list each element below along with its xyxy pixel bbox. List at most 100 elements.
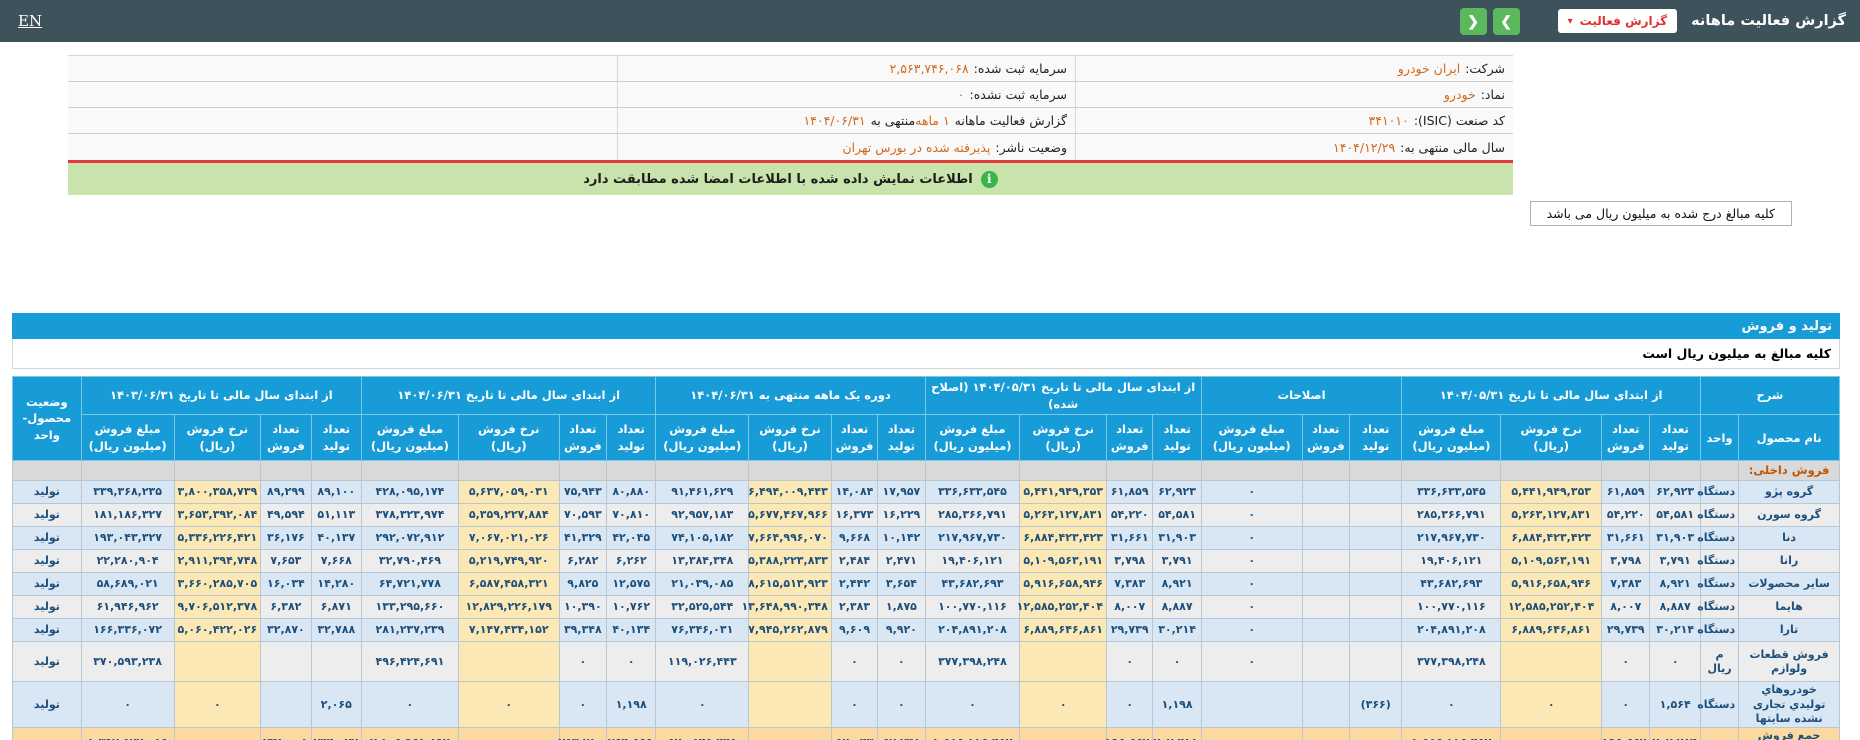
value-cell: ۱۹۶,۶۶۷ [1107, 728, 1153, 740]
value-cell [1302, 461, 1349, 481]
value-cell [311, 642, 361, 682]
value-cell: ۴۰,۱۳۷ [311, 527, 361, 550]
value-cell: ۲,۱۰۶,۹۶۱,۸۹۷ [362, 728, 459, 740]
previous-report-button[interactable]: ❮ [1460, 8, 1487, 35]
section-title-bar: تولید و فروش [12, 313, 1840, 339]
value-cell: ۰ [1201, 481, 1302, 504]
value-cell: ۸,۹۲۱ [1153, 573, 1201, 596]
value-cell: ۱۳۳,۲۹۵,۶۶۰ [362, 596, 459, 619]
table-row: جمع فروش داخلی۲۰۲,۷۸۴۱۹۶,۶۶۷۱,۵۸۶,۱۱۶,۴۵… [13, 728, 1840, 740]
product-status-cell: تولید [13, 573, 82, 596]
value-cell: ۵,۴۴۱,۹۴۹,۳۵۳ [1501, 481, 1602, 504]
value-cell: ۴۲۸,۰۹۵,۱۷۴ [362, 481, 459, 504]
product-name-cell: فروش قطعات ولوازم [1739, 642, 1840, 682]
value-cell: ۵۷,۰۴۳ [831, 728, 877, 740]
value-cell [1302, 682, 1349, 728]
value-cell [749, 682, 832, 728]
header-production-count: تعداد تولید [878, 415, 925, 461]
value-cell: ۱۹,۴۰۶,۱۲۱ [1402, 550, 1501, 573]
value-cell: ۳,۸۰۰,۳۵۸,۷۳۹ [174, 481, 261, 504]
value-cell: ۶۲,۲۴۸ [878, 728, 925, 740]
header-production-count: تعداد تولید [1350, 415, 1402, 461]
report-type-dropdown[interactable]: گزارش فعالیت ▾ [1558, 9, 1677, 33]
table-row: فروش قطعات ولوازمم ریال۰۰۳۷۷,۳۹۸,۲۴۸۰۰۰۳… [13, 642, 1840, 682]
product-name-cell: هایما [1739, 596, 1840, 619]
value-cell: ۵,۶۷۷,۴۶۷,۹۶۶ [749, 504, 832, 527]
value-cell: ۶,۸۸۴,۴۲۳,۴۲۳ [1020, 527, 1107, 550]
value-cell: ۱۰,۳۹۰ [559, 596, 606, 619]
value-cell: ۵,۳۸۸,۲۲۳,۸۳۳ [749, 550, 832, 573]
unregistered-capital-label: سرمایه ثبت نشده: [970, 87, 1067, 102]
header-production-count: تعداد تولید [1650, 415, 1700, 461]
value-cell: ۱۹۳,۰۴۳,۳۲۷ [81, 527, 174, 550]
product-status-cell: تولید [13, 527, 82, 550]
value-cell [1650, 461, 1700, 481]
table-row: گروه پژودستگاه۶۲,۹۲۳۶۱,۸۵۹۵,۴۴۱,۹۴۹,۳۵۳۳… [13, 481, 1840, 504]
value-cell: ۲,۰۶۵ [311, 682, 361, 728]
value-cell: ۵۴,۵۸۱ [1153, 504, 1201, 527]
value-cell: ۰ [1020, 682, 1107, 728]
value-cell: ۴۹۶,۴۲۴,۶۹۱ [362, 642, 459, 682]
value-cell: ۰ [1201, 596, 1302, 619]
value-cell: ۵,۱۰۹,۵۶۳,۱۹۱ [1501, 550, 1602, 573]
header-unit: واحد [1700, 415, 1738, 461]
value-cell: ۲۰۲,۷۸۴ [1650, 728, 1700, 740]
value-cell: ۷,۶۵۳ [261, 550, 311, 573]
value-cell: ۳۷۷,۳۹۸,۲۴۸ [925, 642, 1020, 682]
value-cell: ۶,۸۸۹,۶۴۶,۸۶۱ [1020, 619, 1107, 642]
value-cell: ۳,۷۹۸ [1107, 550, 1153, 573]
value-cell: ۳۶,۱۷۶ [261, 527, 311, 550]
chevron-left-icon: ❮ [1467, 13, 1479, 30]
value-cell: ۳۱,۹۰۳ [1650, 527, 1700, 550]
value-cell [362, 461, 459, 481]
value-cell: ۳,۶۵۳,۳۹۲,۰۸۴ [174, 504, 261, 527]
report-end-date: ۱۴۰۴/۰۶/۳۱ [803, 113, 865, 128]
unit-cell: دستگاه [1700, 573, 1738, 596]
value-cell: ۵,۳۵۹,۲۲۷,۸۸۴ [458, 504, 559, 527]
value-cell: ۵,۲۶۳,۱۲۷,۸۳۱ [1020, 504, 1107, 527]
language-switch-link[interactable]: EN [18, 12, 42, 30]
table-row: رانادستگاه۳,۷۹۱۳,۷۹۸۵,۱۰۹,۵۶۳,۱۹۱۱۹,۴۰۶,… [13, 550, 1840, 573]
value-cell: ۱۲,۵۸۵,۲۵۲,۴۰۴ [1020, 596, 1107, 619]
header-sales-rate: نرخ فروش (ریال) [1501, 415, 1602, 461]
value-cell: ۱,۵۸۶,۱۱۶,۴۵۲ [925, 728, 1020, 740]
value-cell: ۳,۶۵۴ [878, 573, 925, 596]
page-title: گزارش فعالیت ماهانه [1691, 13, 1846, 29]
value-cell: ۱۶,۰۳۴ [261, 573, 311, 596]
value-cell: ۸,۸۸۷ [1153, 596, 1201, 619]
value-cell: ۱,۳۹۲,۵۷۲,۰۸۶ [81, 728, 174, 740]
value-cell: ۲۶۴,۶۶۶ [607, 728, 656, 740]
value-cell: ۶۱,۸۵۹ [1602, 481, 1650, 504]
company-info-table: شرکت: ایران خودرو سرمایه ثبت شده: ۲,۵۶۳,… [68, 55, 1513, 160]
value-cell: ۲۲,۲۸۰,۹۰۴ [81, 550, 174, 573]
value-cell [1201, 461, 1302, 481]
value-cell: ۳۳۶,۶۳۳,۵۴۵ [1402, 481, 1501, 504]
value-cell: ۲۸۵,۳۶۶,۷۹۱ [925, 504, 1020, 527]
header-sales-amount: مبلغ فروش (میلیون ریال) [1402, 415, 1501, 461]
unit-cell: دستگاه [1700, 481, 1738, 504]
value-cell: ۰ [174, 682, 261, 728]
header-group-fy-to-0531: از ابتدای سال مالی تا تاریخ ۱۴۰۴/۰۵/۳۱ [1402, 377, 1700, 415]
value-cell: ۲,۴۴۲ [831, 573, 877, 596]
info-row-3: کد صنعت (ISIC): ۳۴۱۰۱۰ گزارش فعالیت ماها… [68, 108, 1513, 134]
value-cell: ۳۳۹,۳۶۸,۲۳۵ [81, 481, 174, 504]
value-cell: ۷,۹۴۵,۲۶۲,۸۷۹ [749, 619, 832, 642]
value-cell [1350, 596, 1402, 619]
value-cell: ۰ [831, 682, 877, 728]
value-cell: ۵,۰۶۰,۴۲۲,۰۲۶ [174, 619, 261, 642]
value-cell: ۶,۳۸۲ [261, 596, 311, 619]
value-cell: ۶,۲۸۲ [559, 550, 606, 573]
signature-match-text: اطلاعات نمایش داده شده با اطلاعات امضا ش… [583, 172, 973, 187]
product-status-cell: تولید [13, 550, 82, 573]
unregistered-capital-value: ۰ [958, 87, 965, 102]
next-report-button[interactable]: ❯ [1493, 8, 1520, 35]
value-cell: ۰ [458, 682, 559, 728]
header-sales-amount: مبلغ فروش (میلیون ریال) [362, 415, 459, 461]
value-cell [458, 642, 559, 682]
value-cell: ۲۱۷,۹۶۷,۷۳۰ [925, 527, 1020, 550]
value-cell: ۰ [656, 682, 749, 728]
value-cell: ۱۲,۸۲۹,۲۲۶,۱۷۹ [458, 596, 559, 619]
value-cell: ۱۴,۲۸۰ [311, 573, 361, 596]
value-cell: ۷,۳۸۳ [1107, 573, 1153, 596]
product-status-cell: تولید [13, 619, 82, 642]
